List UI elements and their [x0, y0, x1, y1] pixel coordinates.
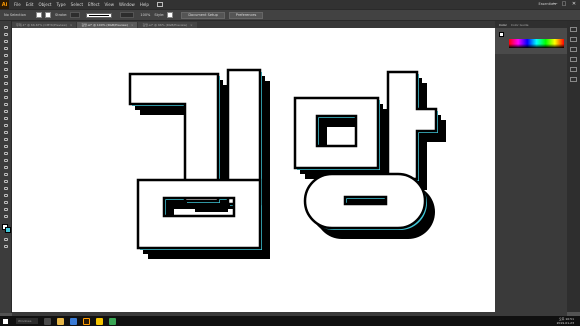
color-panel: [495, 28, 567, 54]
stroke-weight-field[interactable]: [70, 12, 81, 18]
illustrator-logo: Ai: [0, 0, 9, 9]
mesh-tool-icon[interactable]: [3, 151, 9, 156]
menu-effect[interactable]: Effect: [88, 2, 100, 7]
pencil-tool-icon[interactable]: [3, 95, 9, 100]
control-bar: No Selection Stroke: 100% Style: Documen…: [0, 9, 580, 21]
tab-close-icon[interactable]: ×: [131, 23, 134, 27]
type-tool-icon[interactable]: [3, 67, 9, 72]
gradient-tool-icon[interactable]: [3, 158, 9, 163]
menu-object[interactable]: Object: [38, 2, 51, 7]
stroke-panel-icon[interactable]: [570, 67, 577, 72]
browser-icon[interactable]: [70, 317, 77, 325]
tab-color-guide[interactable]: Color Guide: [511, 23, 529, 27]
menu-file[interactable]: File: [14, 2, 21, 7]
zoom-tool-icon[interactable]: [3, 214, 9, 219]
tab-color[interactable]: Color: [499, 23, 507, 27]
minimize-icon[interactable]: —: [552, 1, 558, 7]
stroke-swatch[interactable]: [45, 12, 52, 18]
clock-date: 2019-01-23: [556, 321, 574, 325]
kakaotalk-icon[interactable]: [96, 317, 103, 325]
menu-type[interactable]: Type: [56, 2, 65, 7]
document-setup-button[interactable]: Document Setup: [181, 11, 225, 19]
menu-help[interactable]: Help: [140, 2, 149, 7]
menu-edit[interactable]: Edit: [26, 2, 34, 7]
swatches-panel-icon[interactable]: [570, 37, 577, 42]
color-spectrum[interactable]: [509, 39, 564, 48]
artwork-hangul-text[interactable]: [12, 28, 495, 312]
hand-tool-icon[interactable]: [3, 207, 9, 212]
rotate-tool-icon[interactable]: [3, 109, 9, 114]
lasso-tool-icon[interactable]: [3, 46, 9, 51]
windows-logo-icon: [2, 318, 8, 324]
menu-select[interactable]: Select: [71, 2, 83, 7]
arrange-documents-icon[interactable]: [156, 2, 163, 7]
panel-fill-swatch[interactable]: [499, 32, 504, 37]
file-explorer-icon[interactable]: [57, 317, 64, 325]
color-panel-icon[interactable]: [570, 27, 577, 32]
task-view-icon[interactable]: [44, 317, 51, 325]
symbols-panel-icon[interactable]: [570, 57, 577, 62]
close-icon[interactable]: ✕: [571, 1, 577, 7]
document-tab-bar: 무제-1* @ 66.67% (CMYK/Preview) × 김망.ai* @ …: [12, 21, 495, 28]
line-tool-icon[interactable]: [3, 74, 9, 79]
system-clock[interactable]: 오후 10:51 2019-01-23: [557, 317, 574, 325]
white-letter-face: [128, 68, 438, 250]
preferences-button[interactable]: Preferences: [228, 11, 264, 19]
drawing-modes-icon[interactable]: [3, 237, 9, 242]
start-button[interactable]: [0, 316, 10, 326]
artboard[interactable]: [12, 28, 495, 312]
stroke-profile-dropdown[interactable]: [86, 12, 113, 18]
illustrator-taskbar-icon[interactable]: [83, 317, 90, 325]
menu-bar: Ai File Edit Object Type Select Effect V…: [0, 0, 580, 9]
screen-mode-icon[interactable]: [3, 244, 9, 249]
selection-tool-icon[interactable]: [3, 25, 9, 30]
right-panel-dock: Color Color Guide: [495, 21, 567, 312]
brushes-panel-icon[interactable]: [570, 47, 577, 52]
doc-tab-label: 무제-1* @ 66.67% (CMYK/Preview): [16, 23, 67, 27]
stroke-color-icon[interactable]: [5, 227, 11, 233]
column-graph-tool-icon[interactable]: [3, 186, 9, 191]
scale-tool-icon[interactable]: [3, 116, 9, 121]
eyedropper-tool-icon[interactable]: [3, 165, 9, 170]
style-label: Style:: [154, 13, 165, 17]
pen-tool-icon[interactable]: [3, 53, 9, 58]
opacity-value[interactable]: 100%: [140, 13, 150, 17]
selection-status: No Selection: [4, 13, 27, 17]
doc-tab-label: 김망.ai* @ 66% (RGB/Preview): [142, 23, 188, 27]
tab-close-icon[interactable]: ×: [190, 23, 193, 27]
perspective-grid-tool-icon[interactable]: [3, 144, 9, 149]
taskbar-search[interactable]: Windows: [16, 318, 38, 324]
tab-close-icon[interactable]: ×: [70, 23, 73, 27]
tools-panel: [0, 21, 12, 313]
fill-swatch[interactable]: [36, 12, 43, 18]
blend-tool-icon[interactable]: [3, 172, 9, 177]
eraser-tool-icon[interactable]: [3, 102, 9, 107]
maximize-icon[interactable]: □: [561, 1, 567, 7]
brush-dropdown[interactable]: [120, 12, 135, 18]
artboard-tool-icon[interactable]: [3, 193, 9, 198]
rectangle-tool-icon[interactable]: [3, 81, 9, 86]
layers-panel-icon[interactable]: [570, 77, 577, 82]
style-swatch[interactable]: [167, 12, 174, 18]
color-panel-tabs: Color Color Guide: [495, 21, 567, 28]
paintbrush-tool-icon[interactable]: [3, 88, 9, 93]
shape-builder-tool-icon[interactable]: [3, 137, 9, 142]
symbol-sprayer-tool-icon[interactable]: [3, 179, 9, 184]
menu-window[interactable]: Window: [119, 2, 135, 7]
free-transform-tool-icon[interactable]: [3, 130, 9, 135]
curvature-tool-icon[interactable]: [3, 60, 9, 65]
direct-selection-tool-icon[interactable]: [3, 32, 9, 37]
stroke-label: Stroke:: [55, 13, 68, 17]
magic-wand-tool-icon[interactable]: [3, 39, 9, 44]
app-icon[interactable]: [109, 317, 116, 325]
menu-view[interactable]: View: [105, 2, 115, 7]
panel-icon-strip: [567, 21, 580, 312]
width-tool-icon[interactable]: [3, 123, 9, 128]
slice-tool-icon[interactable]: [3, 200, 9, 205]
doc-tab-label: 김망.ai* @ 100% (RGB/Preview): [81, 23, 128, 27]
windows-taskbar: Windows 오후 10:51 2019-01-23: [0, 316, 580, 326]
